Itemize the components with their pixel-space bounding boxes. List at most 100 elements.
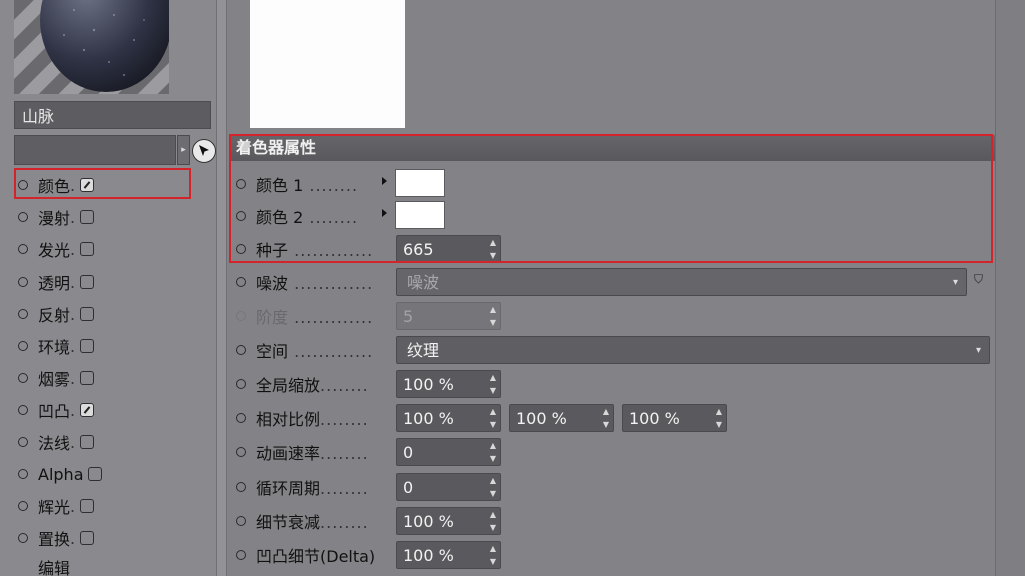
radio-icon [18,373,28,383]
relative-scale-x-input[interactable]: 100 % ▲ ▼ [396,404,501,432]
up-down-arrows-icon[interactable]: ▲ ▼ [490,542,496,568]
param-detail-attenuation: 细节衰减........ [236,506,406,536]
channel-diffusion[interactable]: 漫射 . [18,202,208,232]
checkbox-icon[interactable] [80,242,95,256]
checkbox-icon[interactable] [80,307,95,321]
radio-icon[interactable] [236,277,246,287]
channel-normal[interactable]: 法线 . [18,427,208,457]
channel-environment[interactable]: 环境 . [18,331,208,361]
channel-transparency[interactable]: 透明 . [18,267,208,297]
up-down-arrows-icon[interactable]: ▲ ▼ [490,405,496,431]
animation-speed-input[interactable]: 0 ▲ ▼ [396,438,501,466]
radio-icon [18,277,28,287]
radio-icon [18,212,28,222]
dropdown-arrow-icon[interactable]: ▸ [177,135,190,165]
radio-icon [18,469,28,479]
param-loop-period: 循环周期........ [236,472,406,502]
channel-editor[interactable]: 编辑 [38,555,228,576]
channel-reflection[interactable]: 反射 . [18,299,208,329]
chevron-down-icon: ▾ [975,345,981,356]
up-down-arrows-icon[interactable]: ▲ ▼ [490,439,496,465]
bump-detail-input[interactable]: 100 % ▲ ▼ [396,541,501,569]
radio-icon[interactable] [236,550,246,560]
param-space: 空间 ............. [236,335,406,365]
param-label: 全局缩放........ [256,376,369,395]
channel-bump[interactable]: 凹凸 . [18,395,208,425]
noise-dropdown[interactable]: 噪波 ▾ [396,268,967,296]
channel-glow[interactable]: 辉光 . [18,491,208,521]
checkbox-icon[interactable] [80,339,95,353]
panel-divider[interactable] [216,0,227,576]
channel-label: Alpha [38,464,84,484]
radio-icon[interactable] [236,516,246,526]
param-animation-speed: 动画速率........ [236,437,406,467]
up-down-arrows-icon: ▲ ▼ [489,305,496,327]
channel-alpha[interactable]: Alpha [18,459,208,489]
channel-label: 法线 [38,434,71,453]
up-down-arrows-icon[interactable]: ▲ ▼ [490,508,496,534]
param-label: 相对比例........ [256,410,369,429]
up-down-arrows-icon[interactable]: ▲ ▼ [603,405,609,431]
checkbox-icon[interactable] [80,275,95,289]
channel-displacement[interactable]: 置换 . [18,523,208,553]
channel-label: 凹凸 [38,402,71,421]
radio-icon[interactable] [236,447,246,457]
space-dropdown[interactable]: 纹理 ▾ [396,336,990,364]
highlight-box-color-channel [14,168,191,199]
arrow-pointer-icon [199,145,209,156]
channel-luminance[interactable]: 发光 . [18,234,208,264]
relative-scale-y-input[interactable]: 100 % ▲ ▼ [509,404,614,432]
param-label: 噪波 ............. [256,274,374,293]
loop-period-input[interactable]: 0 ▲ ▼ [396,473,501,501]
radio-icon[interactable] [236,482,246,492]
param-bump-detail: 凹凸细节(Delta) [236,540,416,570]
param-label: 空间 ............. [256,342,374,361]
up-down-arrows-icon[interactable]: ▲ ▼ [716,405,722,431]
material-name-field[interactable]: 山脉 [14,101,211,129]
radio-icon [18,309,28,319]
checkbox-icon[interactable] [80,435,95,449]
up-down-arrows-icon[interactable]: ▲ ▼ [490,371,496,397]
channel-label: 环境 [38,338,71,357]
octave-input: 5 ▲ ▼ [396,302,501,330]
relative-scale-z-input[interactable]: 100 % ▲ ▼ [622,404,727,432]
channel-fog[interactable]: 烟雾 . [18,363,208,393]
checkbox-icon[interactable] [87,467,102,481]
detail-attenuation-input[interactable]: 100 % ▲ ▼ [396,507,501,535]
radio-icon[interactable] [236,413,246,423]
chevron-down-icon: ▾ [952,277,958,288]
radio-icon [18,437,28,447]
shield-icon[interactable]: ⛉ [974,272,988,290]
radio-icon [18,405,28,415]
highlight-box-shader-properties [229,134,993,263]
radio-icon[interactable] [236,379,246,389]
radio-icon [18,341,28,351]
checkbox-icon[interactable] [80,210,95,224]
scrollbar[interactable] [995,0,1025,576]
param-label: 动画速率........ [256,444,369,463]
material-preview[interactable] [14,0,169,94]
radio-icon [236,311,246,321]
channel-label: 置换 [38,530,71,549]
checkbox-icon[interactable] [80,531,95,545]
global-scale-input[interactable]: 100 % ▲ ▼ [396,370,501,398]
param-global-scale: 全局缩放........ [236,369,406,399]
radio-icon[interactable] [236,345,246,355]
channel-label: 发光 [38,241,71,260]
checkbox-icon[interactable] [80,499,95,513]
checkbox-icon[interactable] [80,371,95,385]
param-label: 凹凸细节(Delta) [256,547,376,566]
layer-dropdown[interactable] [14,135,176,165]
channel-label: 透明 [38,274,71,293]
param-octave: 阶度 ............. [236,301,406,331]
radio-icon [18,501,28,511]
channel-label: 漫射 [38,209,71,228]
param-label: 细节衰减........ [256,513,369,532]
up-down-arrows-icon[interactable]: ▲ ▼ [490,474,496,500]
shader-preview [250,0,405,128]
channel-label: 编辑 [38,559,71,576]
picker-button[interactable] [192,139,216,163]
param-noise: 噪波 ............. [236,267,406,297]
channel-label: 烟雾 [38,370,71,389]
checkbox-icon[interactable] [80,403,95,417]
